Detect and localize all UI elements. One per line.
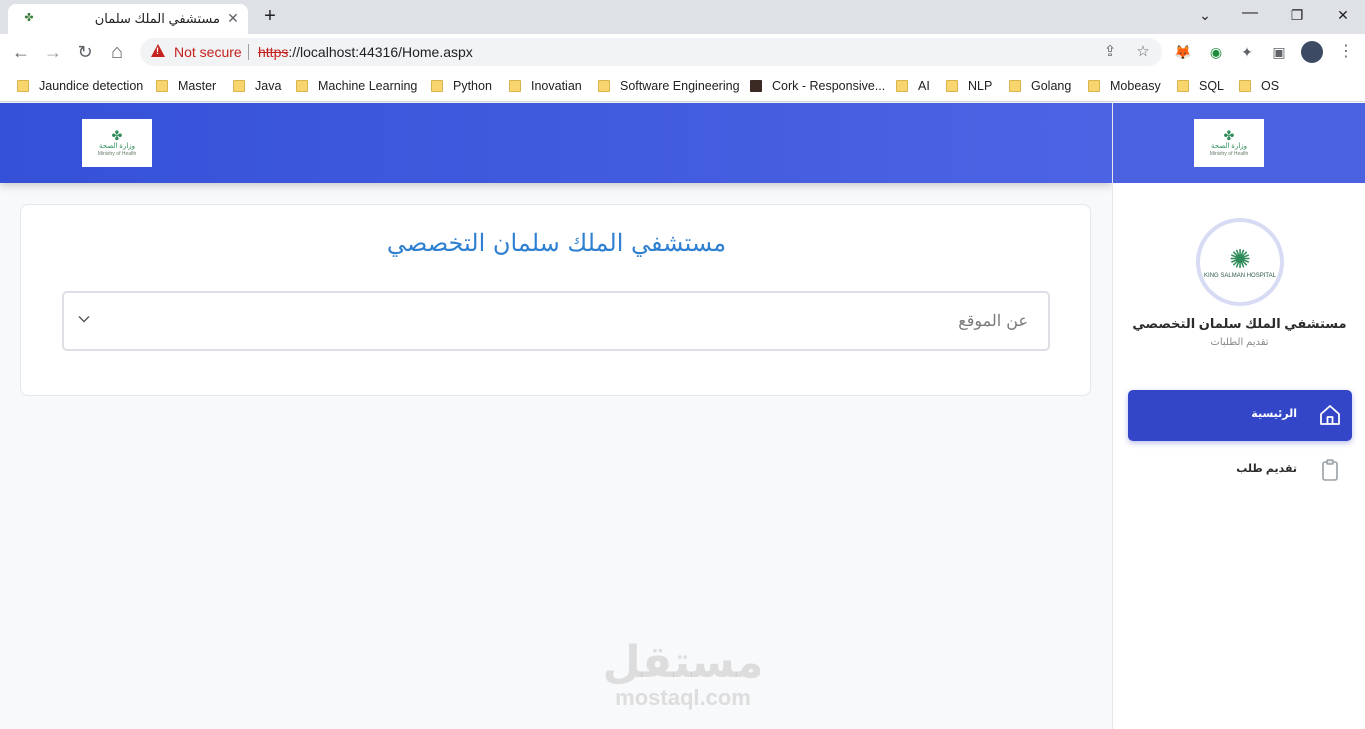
warning-icon [151,44,165,57]
forward-icon[interactable]: → [40,39,66,65]
bookmark-item[interactable]: AI [896,77,930,95]
folder-icon [296,80,308,92]
folder-icon [17,80,29,92]
folder-icon [1088,80,1100,92]
page-title: مستشفي الملك سلمان التخصصي [386,229,727,257]
bookmark-item[interactable]: Master [156,77,216,95]
bookmark-item[interactable]: Software Engineering [598,77,740,95]
accordion-label: عن الموقع [958,311,1028,330]
bookmarks-bar: Jaundice detection Master Java Machine L… [0,70,1365,102]
sidebar: ✤ وزارة الصحة Ministry of Health ✺ KING … [1112,103,1365,729]
folder-icon [1009,80,1021,92]
hospital-logo-text: KING SALMAN HOSPITAL [1204,272,1276,279]
folder-icon [1239,80,1251,92]
bookmark-item[interactable]: Cork - Responsive... [750,77,885,95]
browser-menu-icon[interactable]: ⋮ [1336,41,1356,63]
bookmark-item[interactable]: Python [431,77,492,95]
browser-toolbar: ← → ↻ ⌂ Not secure https://localhost:443… [0,34,1365,70]
home-icon [1320,405,1340,425]
side-panel-icon[interactable]: ▣ [1269,42,1289,62]
back-icon[interactable]: ← [8,39,34,65]
restore-icon[interactable]: ❐ [1285,5,1309,25]
top-header-bar: ✤ وزارة الصحة Ministry of Health [0,103,1112,183]
clipboard-icon [1322,459,1338,481]
bookmark-item[interactable]: Mobeasy [1088,77,1161,95]
address-bar[interactable]: Not secure https://localhost:44316/Home.… [140,38,1162,66]
mostaql-watermark: مستقل mostaql.com [598,640,768,710]
folder-icon [156,80,168,92]
folder-icon [509,80,521,92]
sidebar-item-label: الرئيسية [1251,408,1297,420]
bookmark-item[interactable]: Jaundice detection [17,77,143,95]
browser-tabstrip: ✤ مستشفي الملك سلمان ✕ + ⌄ — ❐ ✕ [0,0,1365,34]
hospital-emblem-icon: ✺ [1229,243,1251,274]
minimize-icon[interactable]: — [1238,3,1262,23]
tab-title: مستشفي الملك سلمان [94,11,220,26]
watermark-arabic: مستقل [602,638,764,687]
page-content: ✤ وزارة الصحة Ministry of Health ✤ وزارة… [0,103,1365,729]
watermark-latin: mostaql.com [615,685,751,710]
extensions-puzzle-icon[interactable]: ✦ [1237,42,1257,62]
new-tab-button[interactable]: + [258,5,282,29]
palm-swords-icon: ✤ [111,128,123,143]
url-text[interactable]: https://localhost:44316/Home.aspx [258,44,473,60]
bookmark-item[interactable]: Inovatian [509,77,582,95]
ministry-logo[interactable]: ✤ وزارة الصحة Ministry of Health [82,119,152,167]
sidebar-item-home[interactable]: الرئيسية [1128,390,1352,441]
home-icon[interactable]: ⌂ [104,39,130,65]
bookmark-item[interactable]: SQL [1177,77,1224,95]
sidebar-item-label: تقديم طلب [1236,463,1297,475]
bookmark-item[interactable]: Golang [1009,77,1071,95]
share-icon[interactable]: ⇪ [1100,42,1120,62]
hospital-logo: ✺ KING SALMAN HOSPITAL [1196,218,1284,306]
folder-icon [598,80,610,92]
omnibox-divider [248,44,249,60]
chevron-down-icon [78,316,90,323]
window-close-icon[interactable]: ✕ [1331,5,1355,25]
folder-icon [946,80,958,92]
profile-avatar[interactable] [1301,41,1323,63]
url-scheme: https [258,44,289,60]
sidebar-item-submit-request[interactable]: تقديم طلب [1128,445,1352,496]
bookmark-item[interactable]: Machine Learning [296,77,417,95]
folder-icon [1177,80,1189,92]
about-site-accordion[interactable]: عن الموقع [62,291,1050,351]
palm-swords-icon: ✤ [1223,128,1235,143]
url-host: ://localhost:44316/Home.aspx [288,44,473,60]
folder-icon [233,80,245,92]
bookmark-star-icon[interactable]: ☆ [1133,42,1153,62]
sidebar-header: ✤ وزارة الصحة Ministry of Health [1113,103,1365,183]
security-label[interactable]: Not secure [174,44,242,60]
bookmark-item[interactable]: NLP [946,77,992,95]
main-card: مستشفي الملك سلمان التخصصي عن الموقع [20,204,1091,396]
tab-close-icon[interactable]: ✕ [224,9,242,27]
folder-icon [896,80,908,92]
reload-icon[interactable]: ↻ [72,39,98,65]
sidebar-title: مستشفي الملك سلمان التخصصي [1132,316,1347,331]
tab-favicon-icon: ✤ [24,12,34,24]
folder-icon [431,80,443,92]
ministry-logo-english: Ministry of Health [97,151,137,157]
metamask-extension-icon[interactable]: 🦊 [1173,42,1193,62]
bookmark-item[interactable]: OS [1239,77,1279,95]
ministry-logo-english: Ministry of Health [1209,151,1249,157]
tab-search-icon[interactable]: ⌄ [1193,5,1217,25]
ministry-logo-arabic: وزارة الصحة [1210,143,1248,150]
browser-tab[interactable]: ✤ مستشفي الملك سلمان ✕ [8,4,248,34]
bot-extension-icon[interactable]: ◉ [1206,42,1226,62]
sidebar-ministry-logo[interactable]: ✤ وزارة الصحة Ministry of Health [1194,119,1264,167]
sidebar-subtitle: تقديم الطلبات [1210,337,1269,348]
bookmark-item[interactable]: Java [233,77,281,95]
site-icon [750,80,762,92]
ministry-logo-arabic: وزارة الصحة [98,143,136,150]
